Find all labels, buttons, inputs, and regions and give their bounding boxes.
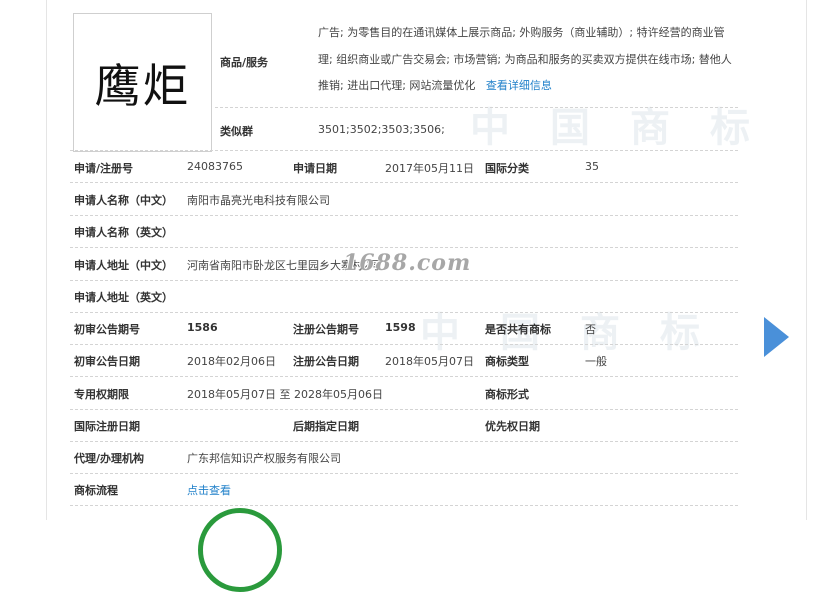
- exclusive-value: 2018年05月07日 至 2028年05月06日: [187, 388, 383, 401]
- reg-issue-label: 注册公告期号: [293, 323, 359, 336]
- applicant-en-label: 申请人名称（英文）: [74, 226, 173, 239]
- address-en-label: 申请人地址（英文）: [74, 291, 173, 304]
- trademark-image: 鹰炬: [73, 13, 212, 152]
- tm-type-value: 一般: [585, 355, 607, 368]
- divider: [70, 150, 738, 151]
- prelim-date-label: 初审公告日期: [74, 355, 140, 368]
- prelim-issue-label: 初审公告期号: [74, 323, 140, 336]
- process-link[interactable]: 点击查看: [187, 482, 231, 498]
- reg-date-value: 2018年05月07日: [385, 355, 474, 368]
- divider: [70, 182, 738, 183]
- divider: [70, 312, 738, 313]
- similar-group-label: 类似群: [220, 125, 253, 138]
- address-cn-label: 申请人地址（中文）: [74, 259, 173, 272]
- priority-date-label: 优先权日期: [485, 420, 540, 433]
- applicant-cn-label: 申请人名称（中文）: [74, 194, 173, 207]
- reg-no-value: 24083765: [187, 160, 243, 173]
- divider: [70, 280, 738, 281]
- process-label: 商标流程: [74, 484, 118, 497]
- intl-class-label: 国际分类: [485, 162, 529, 175]
- next-arrow-icon[interactable]: [764, 317, 789, 357]
- divider: [70, 247, 738, 248]
- divider: [70, 409, 738, 410]
- goods-label: 商品/服务: [220, 56, 269, 69]
- divider: [70, 505, 738, 506]
- divider: [70, 441, 738, 442]
- divider: [215, 107, 738, 108]
- tm-form-label: 商标形式: [485, 388, 529, 401]
- agent-value: 广东邦信知识产权服务有限公司: [187, 452, 341, 465]
- prelim-date-value: 2018年02月06日: [187, 355, 276, 368]
- divider: [70, 376, 738, 377]
- goods-services-text: 广告; 为零售目的在通讯媒体上展示商品; 外购服务（商业辅助）; 特许经营的商业…: [318, 20, 738, 100]
- agent-label: 代理/办理机构: [74, 452, 145, 465]
- similar-group-value: 3501;3502;3503;3506;: [318, 123, 445, 136]
- prelim-issue-value: 1586: [187, 321, 218, 334]
- reg-issue-value: 1598: [385, 321, 416, 334]
- divider: [70, 215, 738, 216]
- later-date-label: 后期指定日期: [293, 420, 359, 433]
- trademark-logo-text: 鹰炬: [94, 58, 191, 113]
- divider: [70, 473, 738, 474]
- divider: [70, 344, 738, 345]
- intl-class-value: 35: [585, 160, 599, 173]
- tm-type-label: 商标类型: [485, 355, 529, 368]
- reg-no-label: 申请/注册号: [74, 162, 134, 175]
- shared-label: 是否共有商标: [485, 323, 551, 336]
- reg-date-label: 注册公告日期: [293, 355, 359, 368]
- shared-value: 否: [585, 323, 596, 336]
- app-date-label: 申请日期: [293, 162, 337, 175]
- exclusive-label: 专用权期限: [74, 388, 129, 401]
- applicant-cn-value: 南阳市晶亮光电科技有限公司: [187, 194, 330, 207]
- stamp-seal: [198, 508, 282, 592]
- view-details-link[interactable]: 查看详细信息: [486, 79, 552, 92]
- intl-reg-date-label: 国际注册日期: [74, 420, 140, 433]
- site-watermark: 1688.com: [343, 250, 472, 276]
- app-date-value: 2017年05月11日: [385, 162, 474, 175]
